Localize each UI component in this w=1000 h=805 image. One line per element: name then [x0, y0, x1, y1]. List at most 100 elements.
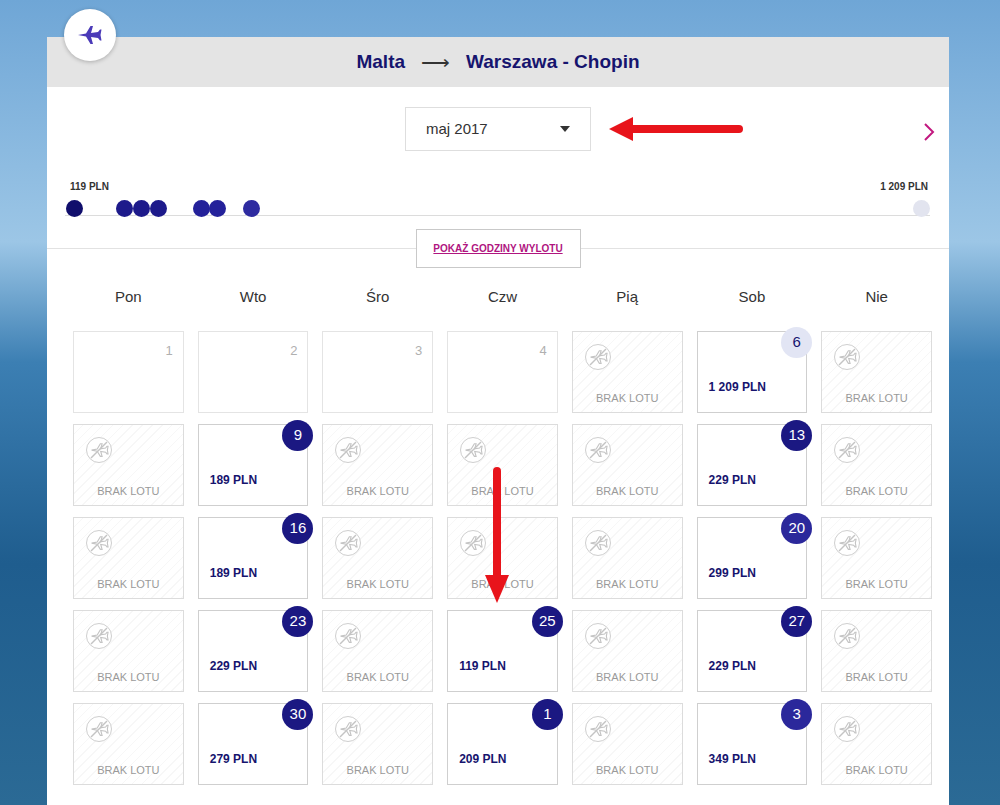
background-photo: Malta⟶Warszawa - Chopin maj 2017 119 PLN 1 … — [0, 0, 1000, 805]
day-cell: BRAK LOTU — [322, 424, 433, 506]
day-cell: BRAK LOTU — [572, 517, 683, 599]
day-badge: 3 — [781, 699, 812, 730]
flight-calendar-card: Malta⟶Warszawa - Chopin maj 2017 119 PLN 1 … — [47, 37, 949, 805]
no-flight-icon — [833, 436, 861, 464]
day-cell[interactable]: 61 209 PLN — [697, 331, 808, 413]
day-cell[interactable]: 9189 PLN — [198, 424, 309, 506]
day-cell: BRAK LOTU — [322, 610, 433, 692]
day-cell: BRAK LOTU — [447, 424, 558, 506]
day-badge: 27 — [781, 606, 812, 637]
no-flight-icon — [459, 436, 487, 464]
min-price-label: 119 PLN — [70, 179, 109, 194]
no-flight-icon — [459, 529, 487, 557]
no-flight-label: BRAK LOTU — [323, 483, 432, 500]
no-flight-icon — [85, 436, 113, 464]
no-flight-label: BRAK LOTU — [448, 483, 557, 500]
no-flight-icon — [833, 622, 861, 650]
day-cell[interactable]: 16189 PLN — [198, 517, 309, 599]
day-cell[interactable]: 20299 PLN — [697, 517, 808, 599]
weekday-label: Nie — [821, 288, 932, 306]
no-flight-label: BRAK LOTU — [573, 669, 682, 686]
price-dot[interactable] — [66, 200, 83, 217]
day-badge: 23 — [282, 606, 313, 637]
price-label: 189 PLN — [210, 471, 257, 489]
no-flight-label: BRAK LOTU — [74, 669, 183, 686]
day-badge: 6 — [781, 327, 812, 358]
month-label: maj 2017 — [426, 118, 488, 141]
price-label: 209 PLN — [459, 750, 506, 768]
no-flight-label: BRAK LOTU — [74, 762, 183, 779]
weekday-label: Wto — [198, 288, 309, 306]
day-cell: BRAK LOTU — [572, 703, 683, 785]
day-cell[interactable]: 13229 PLN — [697, 424, 808, 506]
no-flight-label: BRAK LOTU — [822, 669, 931, 686]
day-cell: BRAK LOTU — [322, 703, 433, 785]
divider: POKAŻ GODZINY WYLOTU — [47, 248, 949, 268]
price-label: 229 PLN — [709, 471, 756, 489]
day-cell[interactable]: 1209 PLN — [447, 703, 558, 785]
day-cell[interactable]: 23229 PLN — [198, 610, 309, 692]
day-cell: BRAK LOTU — [821, 703, 932, 785]
day-cell: BRAK LOTU — [572, 610, 683, 692]
day-cell: BRAK LOTU — [821, 424, 932, 506]
no-flight-label: BRAK LOTU — [323, 576, 432, 593]
day-cell: BRAK LOTU — [73, 610, 184, 692]
weekday-label: Śro — [322, 288, 433, 306]
no-flight-icon — [334, 436, 362, 464]
no-flight-label: BRAK LOTU — [822, 390, 931, 407]
day-cell: BRAK LOTU — [572, 331, 683, 413]
no-flight-icon — [833, 343, 861, 371]
day-cell: BRAK LOTU — [73, 424, 184, 506]
day-badge: 9 — [282, 420, 313, 451]
red-arrow-down-icon — [485, 465, 509, 605]
day-cell[interactable]: 27229 PLN — [697, 610, 808, 692]
no-flight-icon — [85, 622, 113, 650]
weekday-label: Pią — [572, 288, 683, 306]
price-label: 229 PLN — [210, 657, 257, 675]
plane-icon — [75, 22, 105, 48]
day-cell: 3 — [322, 331, 433, 413]
day-cell[interactable]: 25119 PLN — [447, 610, 558, 692]
day-cell: 1 — [73, 331, 184, 413]
no-flight-label: BRAK LOTU — [822, 483, 931, 500]
destination-label: Warszawa - Chopin — [466, 48, 639, 77]
red-arrow-left-icon — [607, 115, 747, 143]
max-price-label: 1 209 PLN — [880, 179, 928, 194]
day-badge: 1 — [532, 699, 563, 730]
day-number: 1 — [165, 341, 172, 361]
weekday-label: Sob — [697, 288, 808, 306]
day-cell: BRAK LOTU — [821, 610, 932, 692]
route-header: Malta⟶Warszawa - Chopin — [47, 37, 949, 87]
airline-logo[interactable] — [64, 9, 116, 61]
price-track — [65, 215, 930, 216]
weekday-header: PonWtoŚroCzwPiąSobNie — [47, 288, 949, 306]
weekday-label: Pon — [73, 288, 184, 306]
no-flight-icon — [334, 715, 362, 743]
day-cell[interactable]: 3349 PLN — [697, 703, 808, 785]
price-label: 279 PLN — [210, 750, 257, 768]
price-label: 1 209 PLN — [709, 378, 766, 396]
day-cell[interactable]: 30279 PLN — [198, 703, 309, 785]
show-times-button[interactable]: POKAŻ GODZINY WYLOTU — [416, 229, 581, 268]
no-flight-icon — [85, 715, 113, 743]
price-dot[interactable] — [193, 200, 210, 217]
chevron-right-icon — [923, 122, 935, 142]
day-cell: BRAK LOTU — [572, 424, 683, 506]
origin-label: Malta — [356, 48, 405, 77]
price-dot[interactable] — [913, 200, 930, 217]
day-cell: BRAK LOTU — [322, 517, 433, 599]
day-badge: 25 — [532, 606, 563, 637]
day-number: 3 — [415, 341, 422, 361]
day-badge: 16 — [282, 513, 313, 544]
month-dropdown[interactable]: maj 2017 — [405, 107, 591, 151]
price-label: 229 PLN — [709, 657, 756, 675]
no-flight-icon — [334, 622, 362, 650]
price-label: 349 PLN — [709, 750, 756, 768]
price-label: 119 PLN — [459, 657, 506, 675]
next-month-button[interactable] — [923, 119, 935, 143]
no-flight-label: BRAK LOTU — [573, 390, 682, 407]
no-flight-icon — [334, 529, 362, 557]
no-flight-label: BRAK LOTU — [822, 762, 931, 779]
day-badge: 20 — [781, 513, 812, 544]
no-flight-label: BRAK LOTU — [323, 669, 432, 686]
